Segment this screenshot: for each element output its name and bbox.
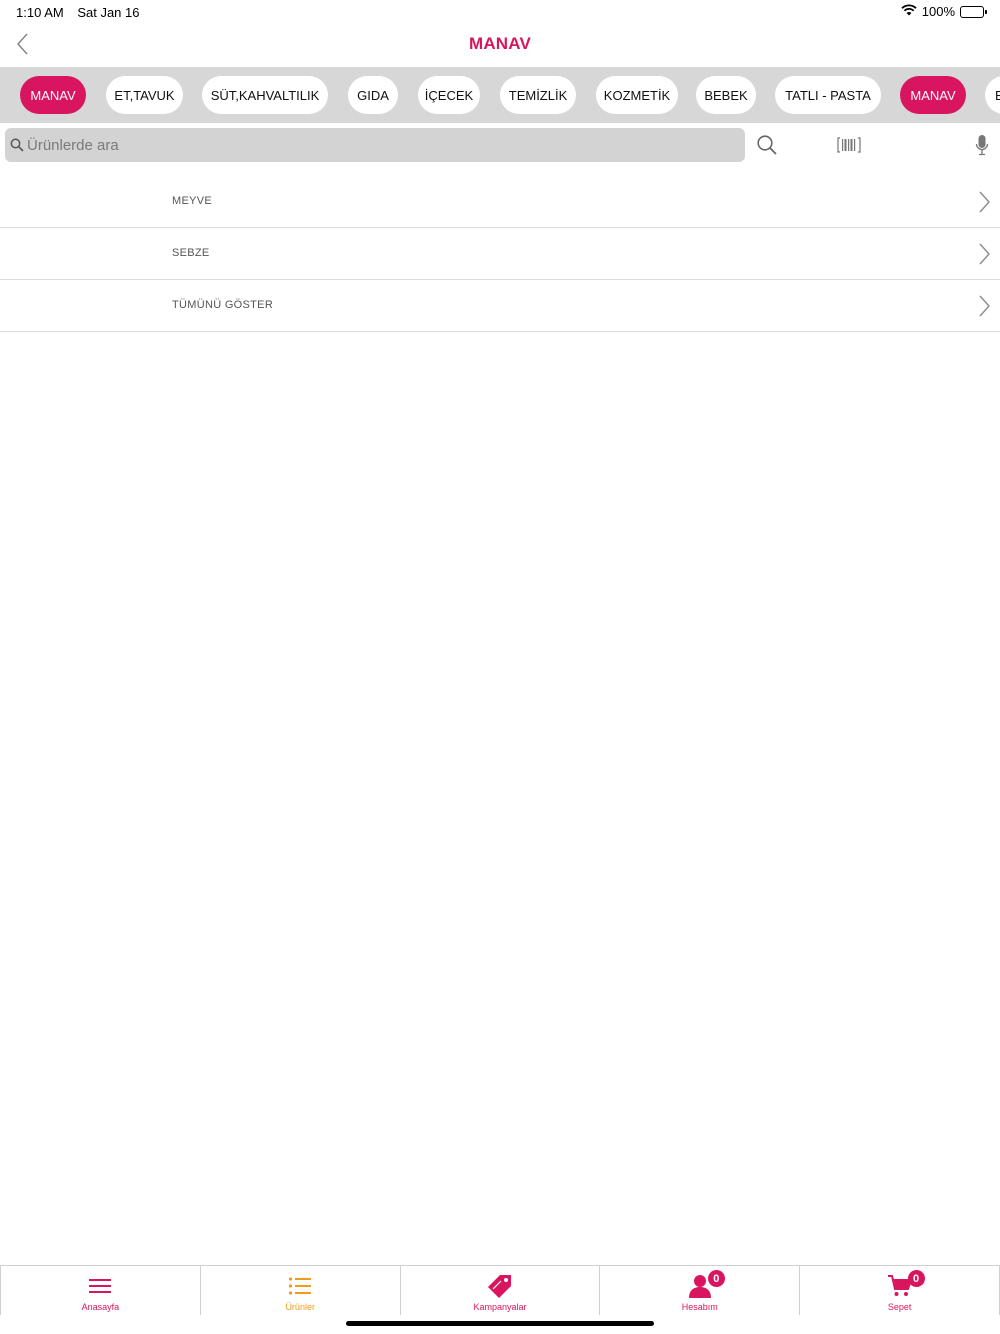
- subcategory-list: MEYVE SEBZE TÜMÜNÜ GÖSTER: [0, 176, 1000, 332]
- home-indicator: [346, 1321, 654, 1326]
- chevron-right-icon: [979, 243, 990, 265]
- category-kozmetik[interactable]: KOZMETİK: [596, 76, 678, 114]
- category-manav-2[interactable]: MANAV: [900, 76, 966, 114]
- chevron-right-icon: [979, 191, 990, 213]
- category-b[interactable]: B: [985, 76, 1000, 114]
- status-time: 1:10 AM: [16, 5, 64, 20]
- tag-icon: [485, 1272, 515, 1300]
- tab-anasayfa[interactable]: Anasayfa: [0, 1266, 201, 1315]
- account-badge: 0: [707, 1270, 725, 1287]
- list-item-sebze[interactable]: SEBZE: [0, 228, 1000, 280]
- tab-hesabim[interactable]: 0 Hesabım: [600, 1266, 801, 1315]
- menu-icon: [88, 1272, 112, 1300]
- category-gida[interactable]: GIDA: [348, 76, 398, 114]
- category-sut-kahvaltilik[interactable]: SÜT,KAHVALTILIK: [202, 76, 328, 114]
- list-item-label: MEYVE: [172, 195, 213, 207]
- microphone-icon: [975, 135, 989, 156]
- tab-label: Hesabım: [681, 1302, 718, 1312]
- category-manav[interactable]: MANAV: [20, 76, 86, 114]
- tab-bar: Anasayfa Ürünler Kampanyalar 0 Hesabım 0…: [0, 1265, 1000, 1315]
- tab-label: Anasayfa: [81, 1302, 120, 1312]
- list-item-label: SEBZE: [172, 247, 210, 259]
- tab-urunler[interactable]: Ürünler: [201, 1266, 401, 1315]
- search-small-icon: [10, 138, 24, 152]
- search-input[interactable]: [27, 136, 727, 154]
- search-row: [0, 124, 1000, 166]
- list-item-label: TÜMÜNÜ GÖSTER: [172, 299, 274, 311]
- category-temizlik[interactable]: TEMİZLİK: [500, 76, 576, 114]
- tab-sepet[interactable]: 0 Sepet: [800, 1266, 1000, 1315]
- chevron-right-icon: [979, 295, 990, 317]
- cart-badge: 0: [907, 1270, 925, 1287]
- user-icon: 0: [687, 1270, 725, 1300]
- cart-icon: 0: [887, 1270, 925, 1300]
- category-bebek[interactable]: BEBEK: [696, 76, 756, 114]
- tab-label: Sepet: [887, 1302, 912, 1312]
- list-item-tumunu-goster[interactable]: TÜMÜNÜ GÖSTER: [0, 280, 1000, 332]
- list-icon: [288, 1272, 312, 1300]
- list-item-meyve[interactable]: MEYVE: [0, 176, 1000, 228]
- wifi-icon: [901, 4, 917, 19]
- tab-label: Ürünler: [285, 1302, 315, 1312]
- category-strip[interactable]: MANAV ET,TAVUK SÜT,KAHVALTILIK GIDA İÇEC…: [0, 67, 1000, 123]
- page-title: MANAV: [468, 34, 532, 53]
- category-tatli-pasta[interactable]: TATLI - PASTA: [775, 76, 881, 114]
- battery-icon: [960, 5, 987, 18]
- barcode-button[interactable]: [834, 130, 864, 160]
- search-icon: [757, 135, 777, 155]
- voice-search-button[interactable]: [967, 130, 997, 160]
- status-date: Sat Jan 16: [77, 5, 140, 20]
- tab-label: Kampanyalar: [473, 1302, 527, 1312]
- tab-kampanyalar[interactable]: Kampanyalar: [401, 1266, 601, 1315]
- battery-percent: 100%: [921, 4, 955, 19]
- search-button[interactable]: [752, 130, 782, 160]
- navigation-bar: MANAV: [0, 24, 1000, 66]
- category-icecek[interactable]: İÇECEK: [418, 76, 480, 114]
- category-et-tavuk[interactable]: ET,TAVUK: [106, 76, 183, 114]
- barcode-icon: [837, 137, 861, 153]
- status-bar: 1:10 AM Sat Jan 16 100%: [0, 0, 1000, 24]
- search-box[interactable]: [5, 128, 745, 162]
